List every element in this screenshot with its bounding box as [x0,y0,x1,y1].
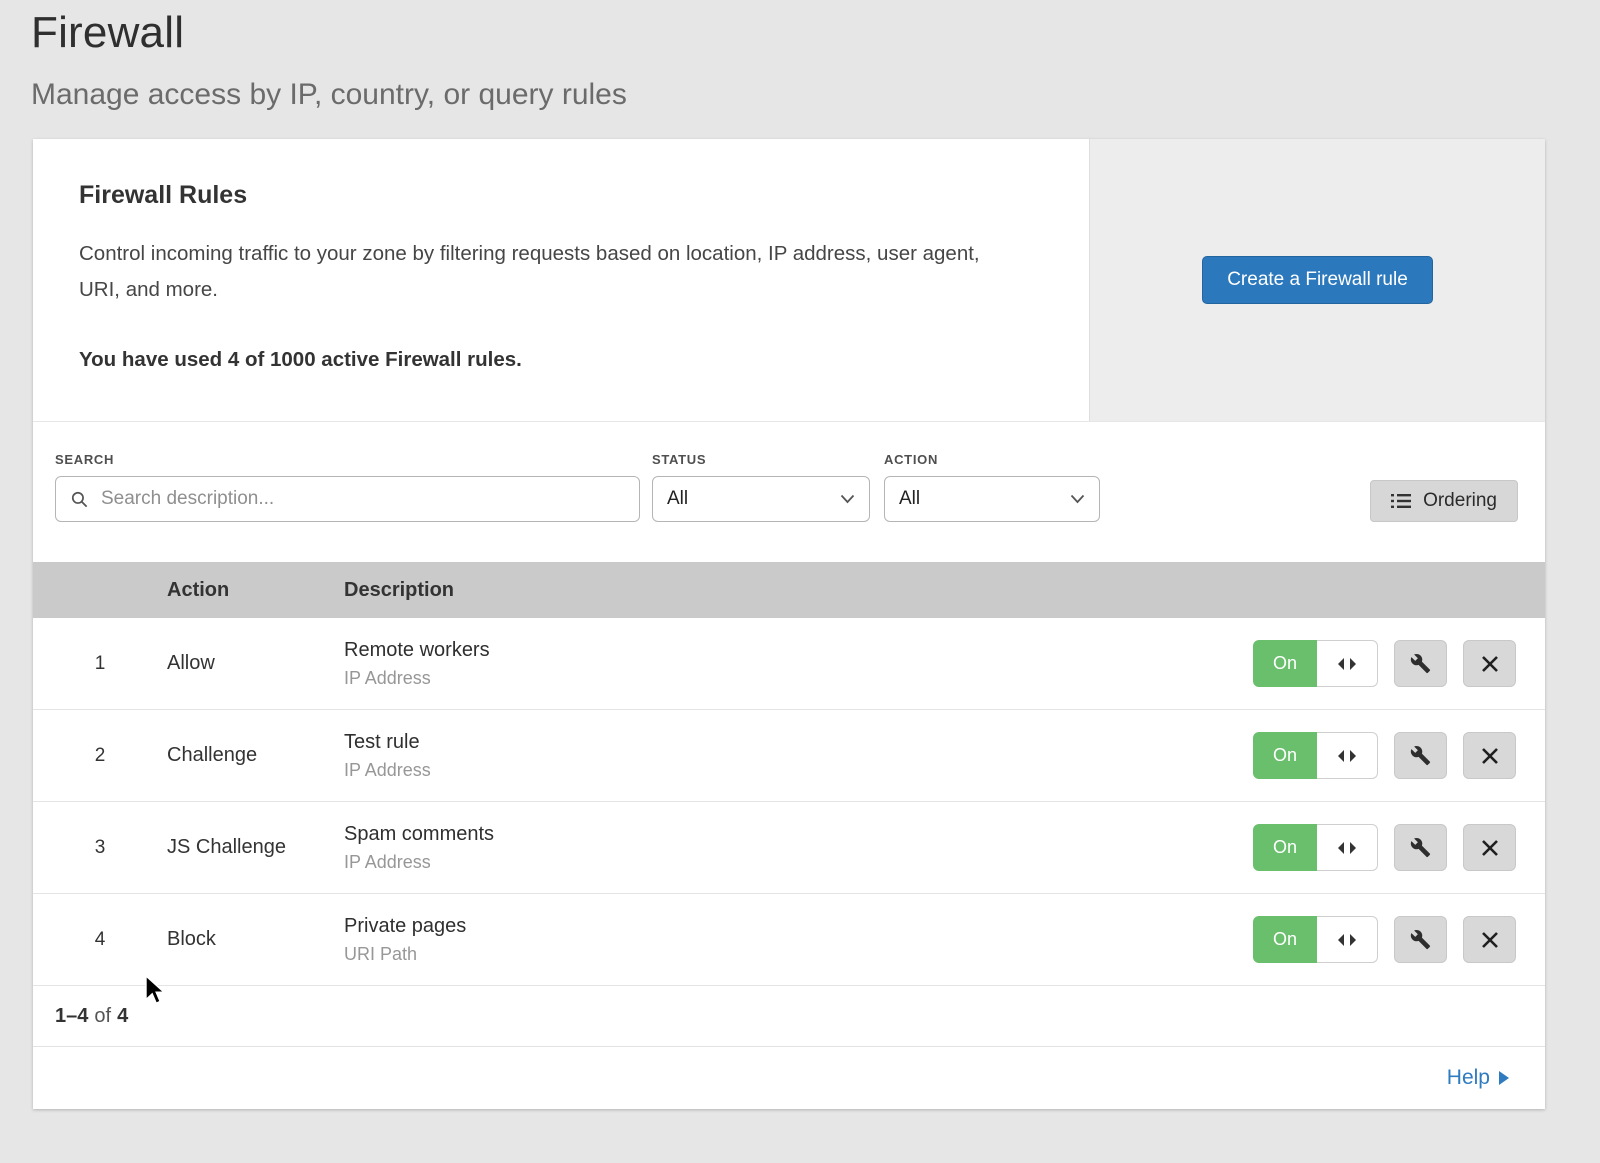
search-input[interactable] [99,487,625,511]
status-label: STATUS [652,452,870,467]
help-link-label: Help [1447,1066,1490,1090]
status-select[interactable]: All [652,476,870,522]
wrench-icon [1410,653,1431,674]
pagination-range: 1–4 [55,1005,88,1028]
search-icon [70,490,89,509]
help-row: Help [33,1047,1545,1109]
chevron-down-icon [840,494,855,504]
edit-rule-button[interactable] [1394,916,1447,963]
edit-rule-button[interactable] [1394,824,1447,871]
table-row: 3 JS Challenge Spam comments IP Address … [33,802,1545,894]
rule-title: Test rule [344,731,1253,754]
rule-match-type: IP Address [344,668,1253,689]
rule-action: Block [167,928,344,951]
rule-number: 3 [33,837,167,859]
rule-description: Test rule IP Address [344,731,1253,781]
close-icon [1481,839,1499,857]
ordering-button-label: Ordering [1423,490,1497,512]
ordering-button[interactable]: Ordering [1370,480,1518,522]
section-description: Control incoming traffic to your zone by… [79,236,1019,308]
rule-title: Spam comments [344,823,1253,846]
section-heading: Firewall Rules [79,181,1019,210]
page-subtitle: Manage access by IP, country, or query r… [31,78,1600,112]
rule-action: JS Challenge [167,836,344,859]
action-filter-group: ACTION All [870,452,1100,522]
rule-action: Challenge [167,744,344,767]
page-title: Firewall [31,8,1600,58]
rule-title: Private pages [344,915,1253,938]
table-row: 4 Block Private pages URI Path On [33,894,1545,986]
rule-controls: On [1253,732,1516,779]
rule-controls: On [1253,916,1516,963]
pagination-of: of [94,1005,111,1028]
usage-summary: You have used 4 of 1000 active Firewall … [79,348,1019,372]
filters-bar: SEARCH STATUS All [33,422,1545,522]
toggle-drag-handle[interactable] [1317,640,1378,687]
table-row: 1 Allow Remote workers IP Address On [33,618,1545,710]
wrench-icon [1410,837,1431,858]
header-action: Action [167,579,344,602]
rule-number: 1 [33,653,167,675]
search-box [55,476,640,522]
edit-rule-button[interactable] [1394,732,1447,779]
action-select-value: All [899,488,920,510]
header-description: Description [344,579,1252,602]
action-select[interactable]: All [884,476,1100,522]
rule-match-type: IP Address [344,760,1253,781]
rule-number: 2 [33,745,167,767]
toggle-on-button[interactable]: On [1253,640,1317,687]
rule-action: Allow [167,652,344,675]
table-row: 2 Challenge Test rule IP Address On [33,710,1545,802]
delete-rule-button[interactable] [1463,640,1516,687]
toggle-on-button[interactable]: On [1253,732,1317,779]
toggle-drag-handle[interactable] [1317,916,1378,963]
cta-panel: Create a Firewall rule [1089,139,1545,421]
rule-controls: On [1253,640,1516,687]
page-header: Firewall Manage access by IP, country, o… [0,0,1600,112]
search-filter-group: SEARCH [55,452,640,522]
pagination-total: 4 [117,1005,128,1028]
toggle-on-button[interactable]: On [1253,916,1317,963]
rule-description: Spam comments IP Address [344,823,1253,873]
rule-match-type: URI Path [344,944,1253,965]
rules-table: Action Description 1 Allow Remote worker… [33,562,1545,1109]
close-icon [1481,931,1499,949]
toggle-drag-handle[interactable] [1317,732,1378,779]
help-link[interactable]: Help [1447,1066,1509,1090]
rule-title: Remote workers [344,639,1253,662]
edit-rule-button[interactable] [1394,640,1447,687]
wrench-icon [1410,745,1431,766]
delete-rule-button[interactable] [1463,824,1516,871]
rule-description: Private pages URI Path [344,915,1253,965]
close-icon [1481,747,1499,765]
close-icon [1481,655,1499,673]
status-filter-group: STATUS All [640,452,870,522]
firewall-page: Firewall Manage access by IP, country, o… [0,0,1600,1163]
rule-description: Remote workers IP Address [344,639,1253,689]
toggle-drag-handle[interactable] [1317,824,1378,871]
search-label: SEARCH [55,452,640,467]
pagination-summary: 1–4 of 4 [33,986,1545,1047]
rule-toggle: On [1253,916,1378,963]
action-label: ACTION [884,452,1100,467]
wrench-icon [1410,929,1431,950]
status-select-value: All [667,488,688,510]
chevron-right-icon [1498,1071,1509,1085]
chevron-down-icon [1070,494,1085,504]
rule-toggle: On [1253,640,1378,687]
toggle-on-button[interactable]: On [1253,824,1317,871]
rule-controls: On [1253,824,1516,871]
rule-toggle: On [1253,824,1378,871]
table-header-row: Action Description [33,562,1545,618]
rule-number: 4 [33,929,167,951]
overview-text: Firewall Rules Control incoming traffic … [33,139,1089,421]
ordering-list-icon [1391,493,1411,509]
create-firewall-rule-button[interactable]: Create a Firewall rule [1202,256,1433,304]
firewall-rules-card: Firewall Rules Control incoming traffic … [33,139,1545,1109]
overview-section: Firewall Rules Control incoming traffic … [33,139,1545,422]
rule-match-type: IP Address [344,852,1253,873]
rule-toggle: On [1253,732,1378,779]
delete-rule-button[interactable] [1463,732,1516,779]
delete-rule-button[interactable] [1463,916,1516,963]
